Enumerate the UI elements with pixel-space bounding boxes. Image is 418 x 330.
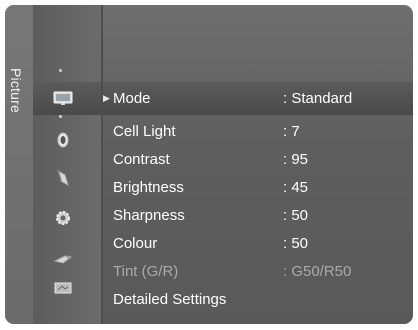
menu-item-label: Brightness bbox=[113, 179, 184, 196]
menu-item-value: : 95 bbox=[283, 151, 309, 168]
menu-item-value: : 7 bbox=[283, 123, 300, 140]
picture-icon[interactable] bbox=[53, 89, 73, 107]
menu-item-label: Colour bbox=[113, 235, 158, 252]
category-tab: Picture bbox=[5, 5, 33, 324]
menu-item-sharpness[interactable]: Sharpness : 50 bbox=[103, 202, 413, 229]
menu-item-contrast[interactable]: Contrast : 95 bbox=[103, 146, 413, 173]
menu-item-cell-light[interactable]: Cell Light : 7 bbox=[103, 118, 413, 145]
menu-item-brightness[interactable]: Brightness : 45 bbox=[103, 174, 413, 201]
menu-item-value: : 50 bbox=[283, 235, 309, 252]
menu-item-value: : 50 bbox=[283, 207, 309, 224]
menu-item-detailed-settings[interactable]: Detailed Settings bbox=[103, 286, 413, 313]
sound-icon[interactable] bbox=[53, 131, 73, 149]
menu-item-mode[interactable]: ▶ Mode : Standard bbox=[103, 82, 413, 115]
menu-item-label: Tint (G/R) bbox=[113, 263, 179, 280]
menu-item-label: Sharpness bbox=[113, 207, 185, 224]
application-icon[interactable] bbox=[53, 279, 73, 297]
menu-item-colour[interactable]: Colour : 50 bbox=[103, 230, 413, 257]
menu-item-label: Contrast bbox=[113, 151, 170, 168]
menu-item-label: Cell Light bbox=[113, 123, 176, 140]
icon-column bbox=[33, 5, 101, 324]
osd-menu-panel: Picture ▶ Mode: Standard Cell Light: 7… bbox=[5, 5, 413, 324]
scroll-up-dot bbox=[59, 69, 62, 72]
menu-item-value: : 45 bbox=[283, 179, 309, 196]
channel-icon[interactable] bbox=[53, 169, 73, 187]
menu-item-value: : G50/R50 bbox=[283, 263, 352, 280]
menu-item-label: Mode bbox=[113, 90, 151, 107]
input-icon[interactable] bbox=[53, 250, 73, 268]
menu-item-tint: Tint (G/R) : G50/R50 bbox=[103, 258, 413, 285]
menu-item-label: Detailed Settings bbox=[113, 291, 227, 308]
setup-icon[interactable] bbox=[53, 209, 73, 227]
category-label: Picture bbox=[8, 68, 24, 113]
scroll-down-dot bbox=[59, 115, 62, 118]
menu-item-value: : Standard bbox=[283, 90, 353, 107]
selection-arrow-icon: ▶ bbox=[103, 93, 110, 103]
